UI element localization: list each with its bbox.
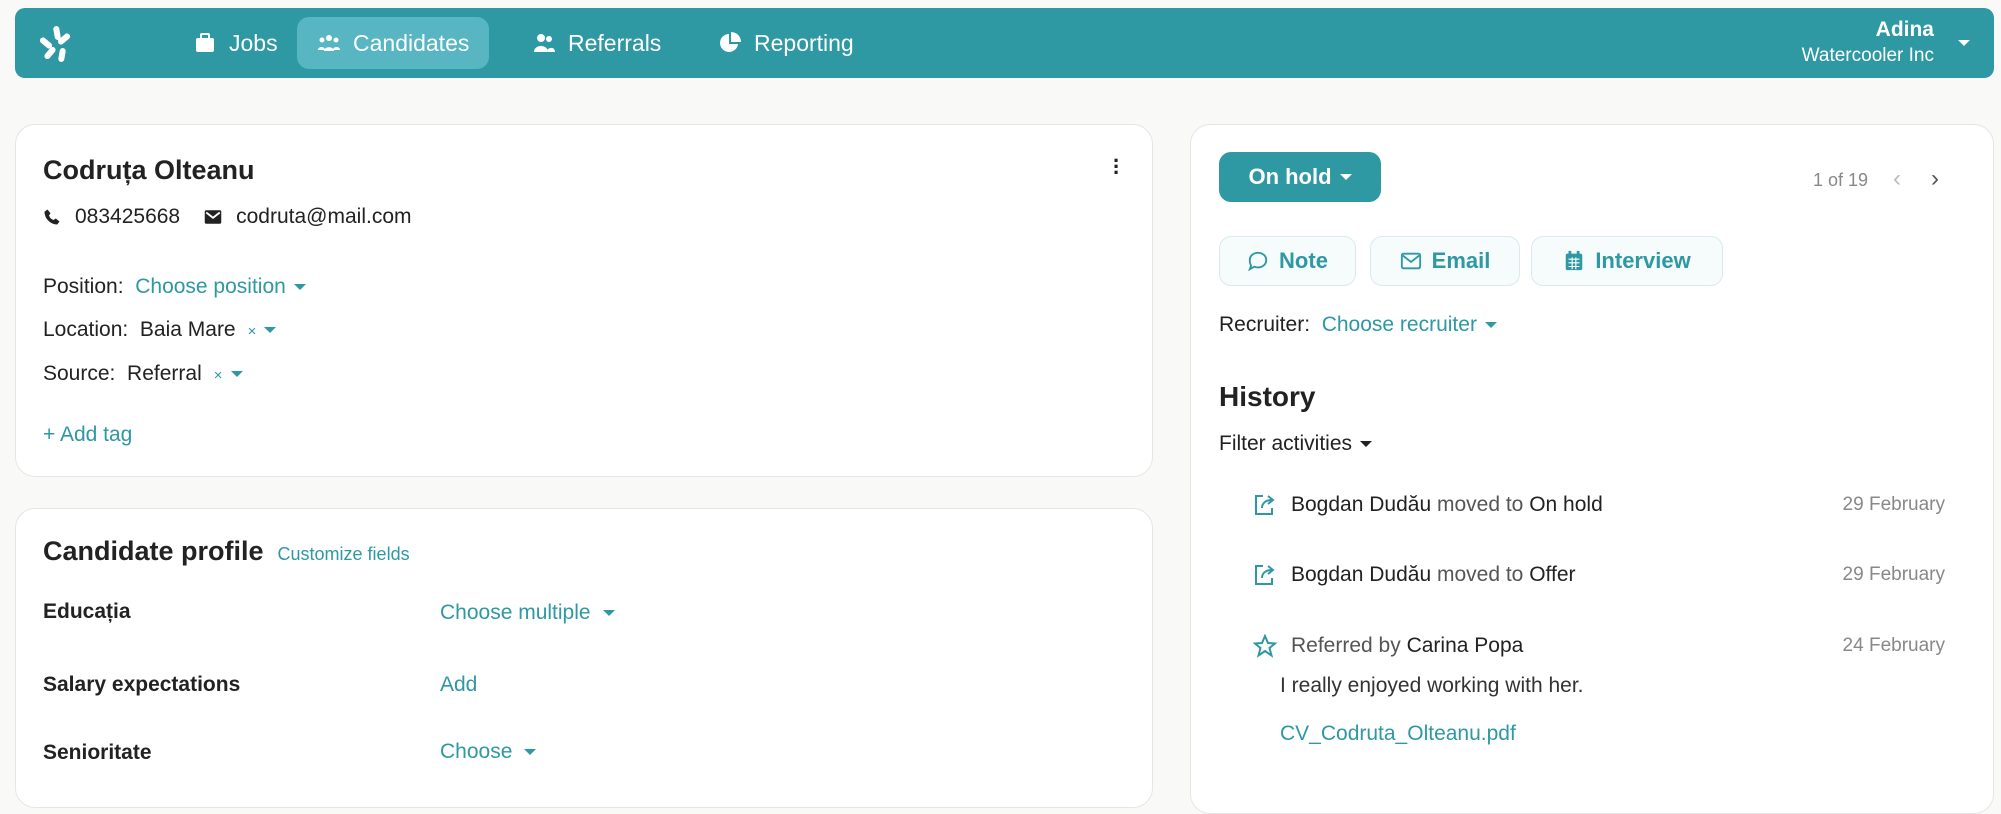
history-date: 24 February [1842, 635, 1945, 656]
actor: Bogdan Dudău [1291, 493, 1432, 516]
nav-candidates[interactable]: Candidates [297, 17, 490, 69]
pager-text: 1 of 19 [1813, 170, 1869, 190]
salary-add-link[interactable]: Add [440, 673, 477, 697]
comment-icon [1248, 251, 1268, 272]
user-company: Watercooler Inc [1801, 45, 1934, 66]
caret-down-icon [293, 284, 306, 291]
nav-label: Candidates [353, 29, 470, 56]
position-value: Choose position [135, 275, 286, 298]
history-date: 29 February [1842, 564, 1945, 585]
customize-fields-link[interactable]: Customize fields [278, 544, 410, 565]
star-icon [1253, 634, 1277, 658]
recruiter-row: Recruiter: Choose recruiter [1219, 313, 1497, 337]
previous-arrow-icon[interactable]: ‹ [1893, 165, 1901, 193]
field-value: Choose [440, 740, 513, 763]
add-tag-button[interactable]: + Add tag [43, 423, 132, 447]
nav-label: Reporting [754, 29, 854, 56]
history-date: 29 February [1842, 494, 1945, 515]
note-button[interactable]: Note [1219, 236, 1356, 286]
share-icon [1255, 565, 1275, 585]
recruiter-dropdown[interactable]: Choose recruiter [1322, 313, 1497, 336]
location-caret-icon[interactable] [264, 327, 277, 334]
caret-down-icon [1339, 174, 1352, 180]
caret-down-icon [602, 610, 615, 617]
history-item: Bogdan Dudău moved to On hold 29 Februar… [1253, 493, 1945, 517]
calendar-icon [1566, 250, 1583, 271]
caret-down-icon [1360, 441, 1373, 448]
position-label: Position: [43, 275, 124, 298]
email-address[interactable]: codruta@mail.com [236, 205, 411, 229]
email-button[interactable]: Email [1370, 236, 1520, 286]
envelope-icon [204, 210, 222, 224]
actor: Bogdan Dudău [1291, 563, 1432, 586]
nav-reporting[interactable]: Reporting [698, 17, 874, 69]
envelope-icon [1400, 252, 1421, 270]
nav-referrals[interactable]: Referrals [512, 17, 681, 69]
history-title: History [1219, 381, 1316, 412]
candidate-name: Codruța Olteanu [43, 155, 255, 185]
nav-label: Jobs [229, 29, 278, 56]
verb: Referred by [1291, 634, 1401, 657]
referrer: Carina Popa [1406, 634, 1524, 657]
profile-header: Candidate profile Customize fields [43, 536, 410, 567]
contact-row: 083425668 codruta@mail.com [43, 205, 412, 229]
location-label: Location: [43, 318, 129, 341]
remove-location-icon[interactable]: × [248, 323, 257, 340]
status-dropdown[interactable]: On hold [1219, 152, 1381, 202]
users-icon [318, 35, 340, 51]
history-item: Referred by Carina Popa 24 February [1253, 634, 1945, 658]
pie-chart-icon [720, 32, 741, 52]
logo-icon[interactable] [37, 24, 79, 66]
remove-source-icon[interactable]: × [214, 367, 223, 384]
phone-icon [44, 209, 60, 225]
field-label: Educația [43, 600, 131, 623]
source-value[interactable]: Referral [127, 362, 202, 385]
user-menu-caret-icon[interactable] [1958, 40, 1970, 46]
more-options-icon[interactable]: · · · [1113, 150, 1121, 184]
attachment-link[interactable]: CV_Codruta_Olteanu.pdf [1280, 722, 1516, 746]
recruiter-label: Recruiter: [1219, 313, 1311, 336]
field-value: Choose multiple [440, 601, 591, 624]
target-stage: On hold [1529, 493, 1603, 516]
next-arrow-icon[interactable]: › [1931, 165, 1939, 193]
caret-down-icon [524, 749, 537, 756]
share-icon [1255, 495, 1275, 515]
nav-label: Referrals [568, 29, 662, 56]
source-caret-icon[interactable] [230, 371, 243, 378]
history-item: Bogdan Dudău moved to Offer 29 February [1253, 563, 1945, 587]
source-label: Source: [43, 362, 116, 385]
field-label: Salary expectations [43, 673, 241, 696]
status-value: On hold [1248, 164, 1332, 189]
top-navigation-bar: Jobs Candidates Referrals Reporting Adin… [15, 8, 1994, 78]
filter-activities-dropdown[interactable]: Filter activities [1219, 432, 1373, 456]
location-value[interactable]: Baia Mare [140, 318, 236, 341]
seniority-dropdown[interactable]: Choose [440, 740, 537, 764]
button-label: Email [1431, 248, 1491, 273]
field-label: Senioritate [43, 741, 152, 764]
location-row: Location: Baia Mare × [43, 318, 277, 342]
activity-card [1190, 124, 1994, 814]
position-row: Position: Choose position [43, 275, 306, 299]
interview-button[interactable]: Interview [1531, 236, 1723, 286]
target-stage: Offer [1529, 563, 1576, 586]
verb: moved to [1436, 563, 1524, 586]
nav-jobs[interactable]: Jobs [173, 17, 298, 69]
button-label: Interview [1595, 248, 1691, 273]
user-friends-icon [534, 34, 555, 52]
filter-label: Filter activities [1219, 432, 1353, 455]
user-name: Adina [1875, 18, 1934, 41]
briefcase-icon [196, 33, 214, 52]
source-row: Source: Referral × [43, 362, 243, 386]
education-dropdown[interactable]: Choose multiple [440, 601, 615, 625]
phone-number[interactable]: 083425668 [75, 205, 180, 229]
caret-down-icon [1484, 322, 1497, 329]
button-label: Note [1279, 248, 1328, 273]
profile-title: Candidate profile [43, 536, 264, 566]
position-dropdown[interactable]: Choose position [135, 275, 306, 298]
recruiter-value: Choose recruiter [1321, 313, 1477, 336]
user-menu[interactable]: Adina Watercooler Inc [1802, 18, 1934, 67]
referral-comment: I really enjoyed working with her. [1280, 674, 1584, 697]
verb: moved to [1436, 493, 1524, 516]
